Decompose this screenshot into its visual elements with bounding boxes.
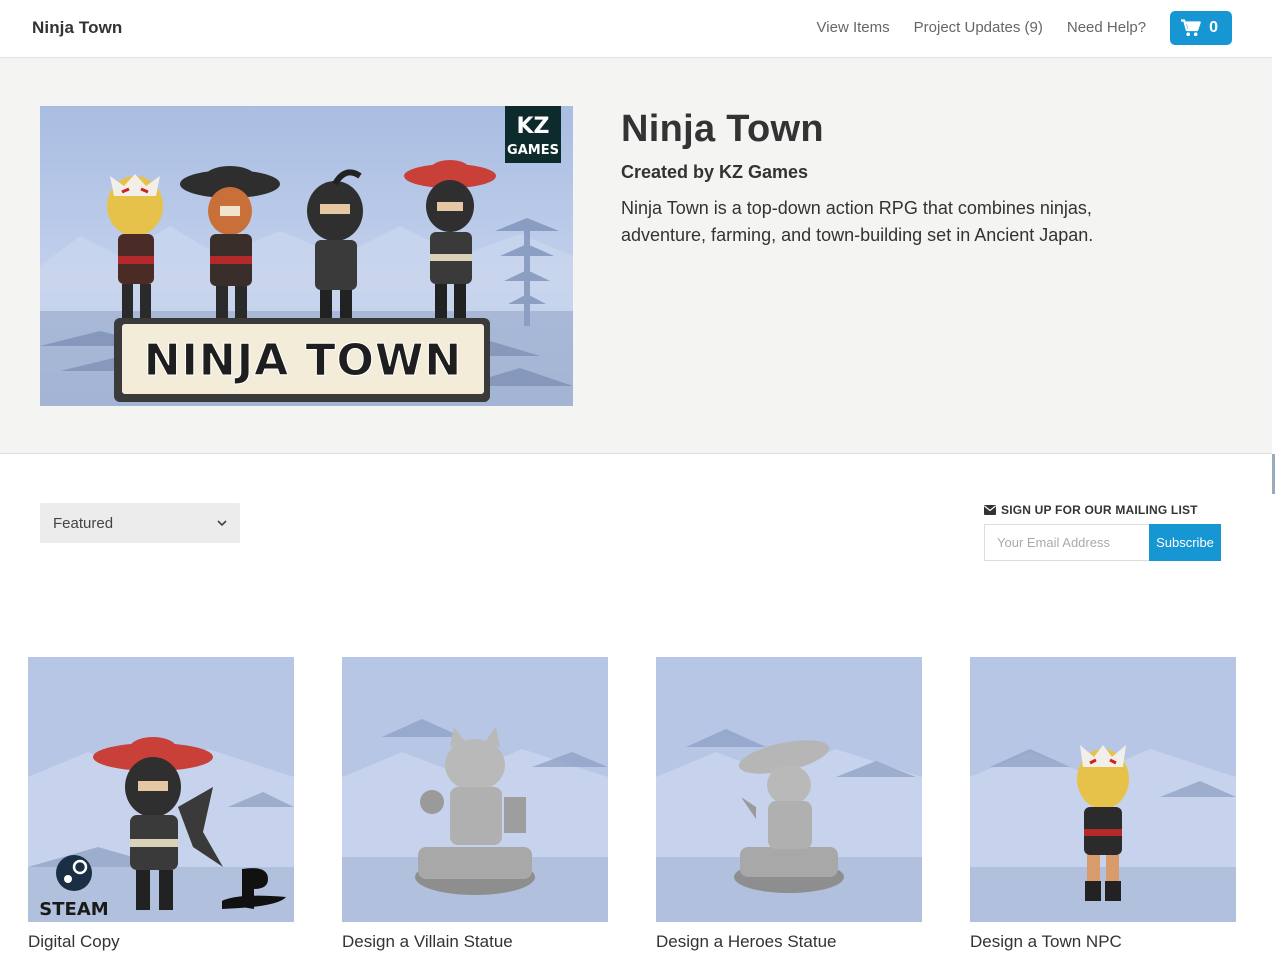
project-info: Ninja Town Created by KZ Games Ninja Tow…	[621, 106, 1141, 249]
top-navbar: Ninja Town View Items Project Updates (9…	[0, 0, 1272, 58]
cart-count: 0	[1209, 19, 1218, 36]
project-title: Ninja Town	[621, 108, 824, 150]
cart-button[interactable]: 0	[1170, 11, 1232, 45]
mailing-form: Subscribe	[984, 524, 1224, 561]
chevron-down-icon	[217, 519, 227, 526]
product-title[interactable]: Design a Heroes Statue	[656, 932, 922, 952]
project-description: Ninja Town is a top-down action RPG that…	[621, 198, 1094, 245]
product-title[interactable]: Design a Villain Statue	[342, 932, 608, 952]
project-creator: Created by KZ Games	[621, 162, 809, 182]
product-card-digital-copy[interactable]: STEAM Digital Copy	[28, 657, 294, 952]
nav-project-updates[interactable]: Project Updates (9)	[914, 11, 1043, 45]
project-hero: KZ GAMES NINJA TOWN Ninja Town Created b…	[0, 58, 1272, 454]
product-title[interactable]: Digital Copy	[28, 932, 294, 952]
nav-links: View Items Project Updates (9) Need Help…	[817, 11, 1232, 45]
sort-selected-value: Featured	[53, 514, 114, 532]
envelope-icon	[984, 505, 996, 515]
product-image[interactable]	[656, 657, 922, 922]
product-image[interactable]: STEAM	[28, 657, 294, 922]
mailing-list-heading: SIGN UP FOR OUR MAILING LIST	[984, 503, 1224, 517]
banner-title-text: NINJA TOWN	[144, 335, 463, 386]
brand-link[interactable]: Ninja Town	[32, 18, 122, 38]
product-image[interactable]	[342, 657, 608, 922]
product-card-villain-statue[interactable]: Design a Villain Statue	[342, 657, 608, 952]
nav-view-items[interactable]: View Items	[817, 11, 890, 45]
mailing-list-signup: SIGN UP FOR OUR MAILING LIST Subscribe	[984, 503, 1224, 561]
product-card-heroes-statue[interactable]: Design a Heroes Statue	[656, 657, 922, 952]
product-card-town-npc[interactable]: Design a Town NPC	[970, 657, 1236, 952]
product-title[interactable]: Design a Town NPC	[970, 932, 1236, 952]
email-field[interactable]	[984, 524, 1149, 561]
subscribe-button[interactable]: Subscribe	[1149, 524, 1221, 561]
project-banner-image: KZ GAMES NINJA TOWN	[40, 106, 573, 406]
sort-dropdown[interactable]: Featured	[40, 503, 240, 543]
mailing-list-title: SIGN UP FOR OUR MAILING LIST	[1001, 503, 1198, 517]
banner-logo-kz: KZ	[517, 114, 550, 139]
banner-logo-games: GAMES	[507, 143, 559, 158]
steam-label: STEAM	[39, 899, 108, 920]
product-image[interactable]	[970, 657, 1236, 922]
nav-need-help[interactable]: Need Help?	[1067, 11, 1146, 45]
cart-icon	[1181, 19, 1201, 36]
